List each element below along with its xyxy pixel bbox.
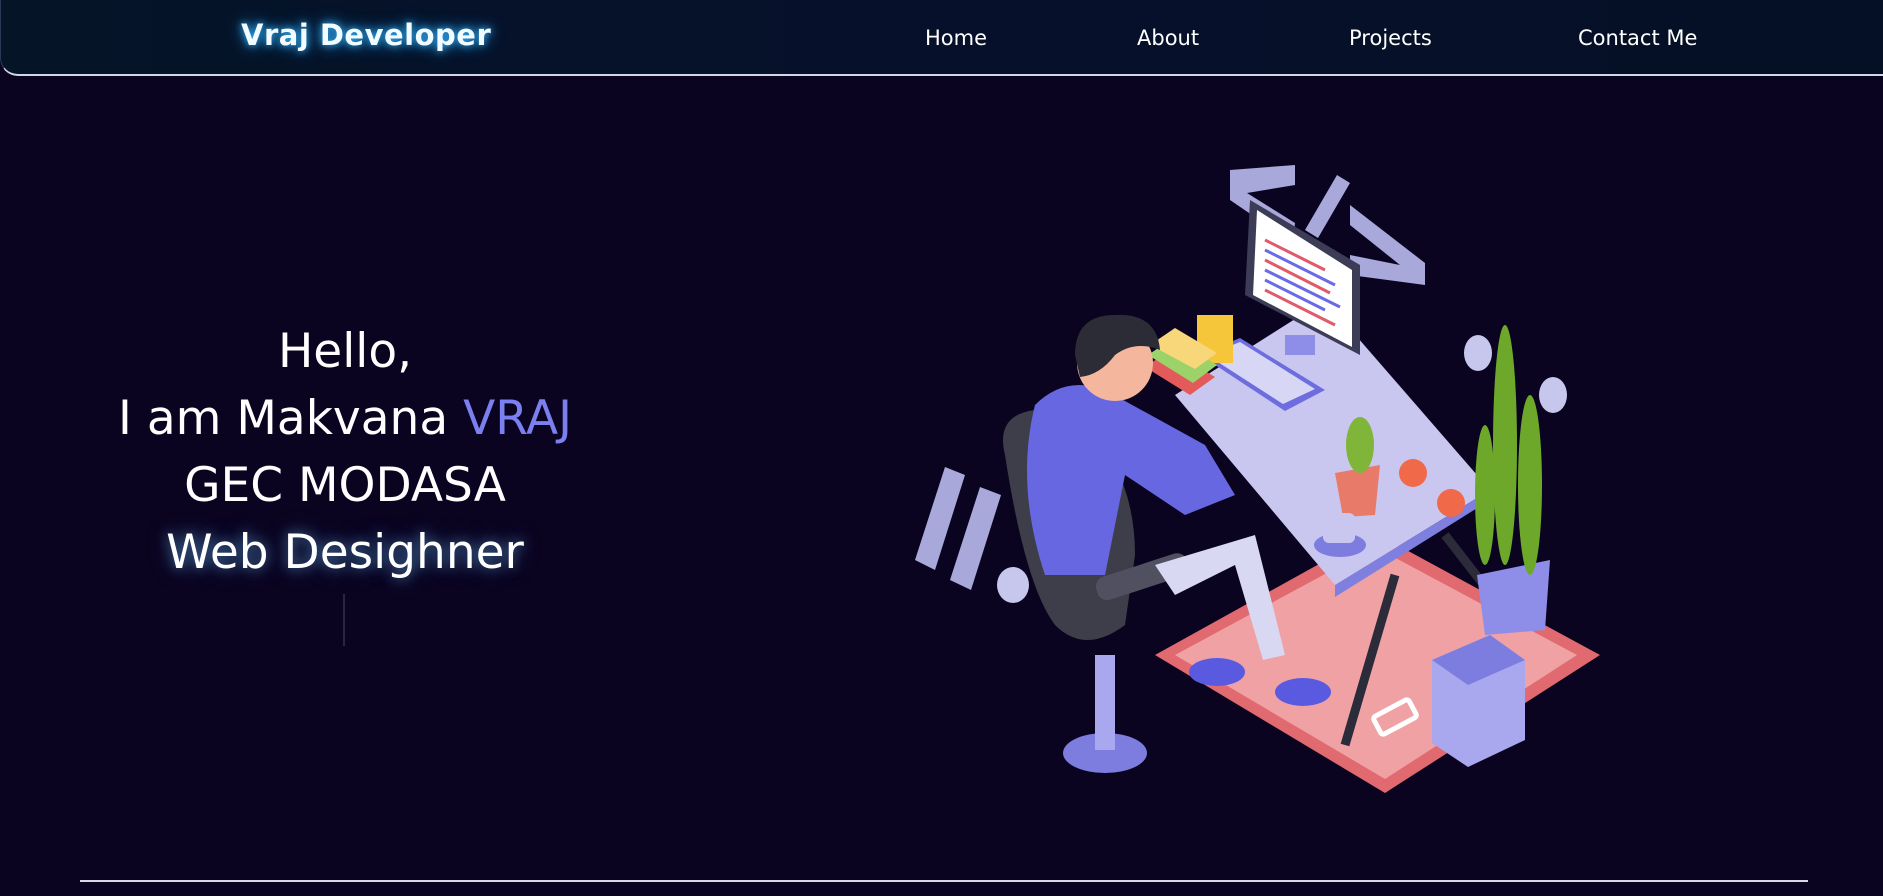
- hero-intro-prefix: I am Makvana: [118, 391, 464, 446]
- floating-disc-left: [997, 567, 1029, 603]
- nav-link-home[interactable]: Home: [925, 26, 987, 50]
- headphones: [1399, 459, 1427, 487]
- hero-intro: Hello, I am Makvana VRAJ GEC MODASA Web …: [100, 318, 590, 586]
- cactus-pot: [1335, 465, 1380, 517]
- hero-role: Web Desighner: [166, 525, 524, 580]
- floating-disc-right-1: [1464, 335, 1492, 371]
- chair-stem: [1095, 655, 1115, 750]
- typing-cursor: [343, 594, 345, 646]
- person-shoe-2: [1275, 678, 1331, 706]
- developer-at-desk-illustration: [915, 165, 1600, 793]
- nav-link-contact-me[interactable]: Contact Me: [1578, 26, 1697, 50]
- monitor-stand: [1285, 335, 1315, 355]
- nav-link-about[interactable]: About: [1137, 26, 1199, 50]
- footer-divider: [80, 880, 1808, 882]
- plant-pot: [1477, 560, 1550, 635]
- floating-disc-right-2: [1539, 377, 1567, 413]
- coffee-cup: [1323, 513, 1355, 543]
- floating-slabs-left: [915, 467, 1001, 590]
- nav-link-projects[interactable]: Projects: [1349, 26, 1432, 50]
- navbar: Vraj Developer Home About Projects Conta…: [0, 0, 1883, 76]
- person-shoe-1: [1189, 658, 1245, 686]
- headphones-2: [1437, 489, 1465, 517]
- hero-name-highlight: VRAJ: [463, 391, 572, 446]
- cactus: [1346, 417, 1374, 473]
- hero-college: GEC MODASA: [184, 458, 506, 513]
- hero-name-line: I am Makvana VRAJ: [100, 385, 590, 452]
- nav-links: Home About Projects Contact Me: [1, 26, 1883, 56]
- hero-greeting: Hello,: [277, 324, 413, 379]
